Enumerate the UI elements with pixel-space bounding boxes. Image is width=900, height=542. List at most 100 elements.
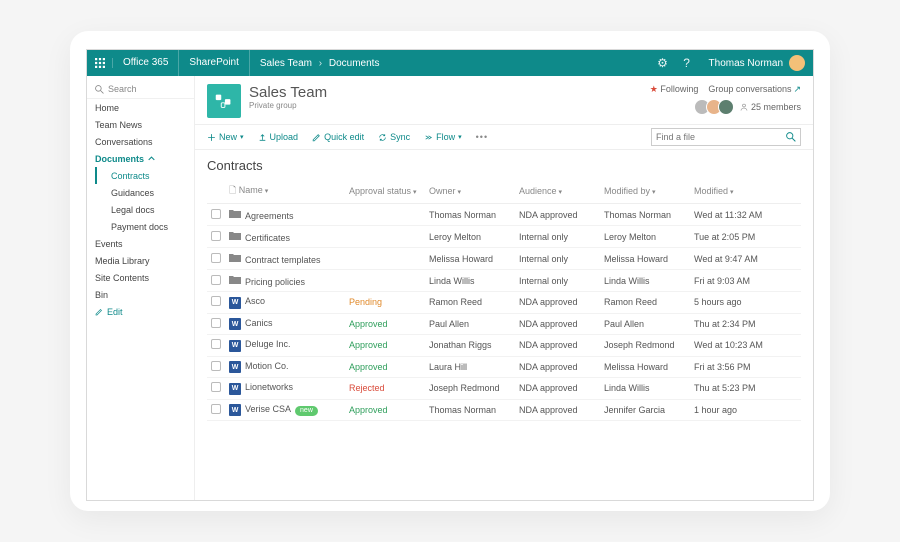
chevron-down-icon: ▾ xyxy=(458,133,462,141)
nav-edit[interactable]: Edit xyxy=(87,303,194,320)
nav-events[interactable]: Events xyxy=(87,235,194,252)
row-checkbox[interactable] xyxy=(211,318,221,328)
search-box[interactable]: Search xyxy=(87,80,194,99)
nav-site-contents[interactable]: Site Contents xyxy=(87,269,194,286)
external-link-icon: ↗ xyxy=(793,84,801,94)
row-checkbox[interactable] xyxy=(211,404,221,414)
app-launcher[interactable] xyxy=(87,58,113,68)
nav-contracts[interactable]: Contracts xyxy=(95,167,194,184)
breadcrumb-library[interactable]: Documents xyxy=(329,58,380,69)
suite-link-sharepoint[interactable]: SharePoint xyxy=(179,50,249,76)
nav-conversations[interactable]: Conversations xyxy=(87,133,194,150)
cell-name[interactable]: Certificates xyxy=(225,226,345,248)
settings-icon[interactable]: ⚙ xyxy=(651,56,675,70)
col-approval[interactable]: Approval status▾ xyxy=(345,179,425,204)
cell-name[interactable]: WLionetworks xyxy=(225,378,345,400)
cell-modified: Fri at 3:56 PM xyxy=(690,356,801,378)
search-placeholder: Search xyxy=(108,84,137,94)
cmd-sync[interactable]: Sync xyxy=(378,132,410,142)
cmd-upload[interactable]: Upload xyxy=(258,132,299,142)
nav-documents[interactable]: Documents xyxy=(87,150,194,167)
table-row[interactable]: CertificatesLeroy MeltonInternal onlyLer… xyxy=(207,226,801,248)
row-checkbox[interactable] xyxy=(211,253,221,263)
cmd-upload-label: Upload xyxy=(270,132,299,142)
cell-name[interactable]: Contract templates xyxy=(225,248,345,270)
cell-modified: Thu at 2:34 PM xyxy=(690,313,801,335)
cell-modified-by: Melissa Howard xyxy=(600,356,690,378)
cell-approval xyxy=(345,270,425,292)
cell-name[interactable]: WMotion Co. xyxy=(225,356,345,378)
row-checkbox[interactable] xyxy=(211,361,221,371)
row-checkbox[interactable] xyxy=(211,339,221,349)
cell-modified: 5 hours ago xyxy=(690,292,801,314)
col-modified[interactable]: Modified▾ xyxy=(690,179,801,204)
cell-owner: Joseph Redmond xyxy=(425,378,515,400)
word-doc-icon: W xyxy=(229,404,241,416)
table-row[interactable]: WCanicsApprovedPaul AllenNDA approvedPau… xyxy=(207,313,801,335)
col-name[interactable]: 🗋 Name▾ xyxy=(225,179,345,204)
nav-media-library[interactable]: Media Library xyxy=(87,252,194,269)
cell-audience: NDA approved xyxy=(515,378,600,400)
member-avatars[interactable] xyxy=(698,99,734,115)
col-owner[interactable]: Owner▾ xyxy=(425,179,515,204)
breadcrumb-site[interactable]: Sales Team xyxy=(260,58,312,69)
find-file-input[interactable] xyxy=(656,132,786,142)
nav-documents-label: Documents xyxy=(95,154,144,164)
row-checkbox[interactable] xyxy=(211,296,221,306)
members-count[interactable]: 25 members xyxy=(740,102,801,112)
col-audience[interactable]: Audience▾ xyxy=(515,179,600,204)
cell-name[interactable]: WCanics xyxy=(225,313,345,335)
device-frame: Office 365 SharePoint Sales Team › Docum… xyxy=(70,31,830,511)
cell-modified-by: Melissa Howard xyxy=(600,248,690,270)
cell-audience: Internal only xyxy=(515,270,600,292)
table-row[interactable]: WVerise CSAnewApprovedThomas NormanNDA a… xyxy=(207,399,801,421)
cell-approval: Approved xyxy=(345,335,425,357)
folder-icon xyxy=(229,252,241,264)
cmd-quick-edit[interactable]: Quick edit xyxy=(312,132,364,142)
cell-owner: Linda Willis xyxy=(425,270,515,292)
table-row[interactable]: AgreementsThomas NormanNDA approvedThoma… xyxy=(207,204,801,226)
star-icon: ★ xyxy=(650,84,658,94)
follow-button[interactable]: ★ Following xyxy=(650,84,699,95)
user-name: Thomas Norman xyxy=(709,58,783,69)
find-file-box[interactable] xyxy=(651,128,801,146)
word-doc-icon: W xyxy=(229,361,241,373)
nav-guidances[interactable]: Guidances xyxy=(103,184,194,201)
page-subtitle: Private group xyxy=(249,101,327,110)
row-checkbox[interactable] xyxy=(211,231,221,241)
nav-home[interactable]: Home xyxy=(87,99,194,116)
help-icon[interactable]: ? xyxy=(675,56,699,70)
cell-audience: NDA approved xyxy=(515,292,600,314)
table-row[interactable]: WMotion Co.ApprovedLaura HillNDA approve… xyxy=(207,356,801,378)
cell-name[interactable]: WDeluge Inc. xyxy=(225,335,345,357)
nav-legal-docs[interactable]: Legal docs xyxy=(103,201,194,218)
cell-approval xyxy=(345,204,425,226)
cell-name[interactable]: Pricing policies xyxy=(225,270,345,292)
nav-team-news[interactable]: Team News xyxy=(87,116,194,133)
user-menu[interactable]: Thomas Norman xyxy=(699,55,813,71)
suite-link-office[interactable]: Office 365 xyxy=(113,50,179,76)
cell-name[interactable]: WAsco xyxy=(225,292,345,314)
col-modified-by[interactable]: Modified by▾ xyxy=(600,179,690,204)
table-row[interactable]: WAscoPendingRamon ReedNDA approvedRamon … xyxy=(207,292,801,314)
cell-name[interactable]: WVerise CSAnew xyxy=(225,399,345,421)
word-doc-icon: W xyxy=(229,383,241,395)
cell-name[interactable]: Agreements xyxy=(225,204,345,226)
group-conversations-link[interactable]: Group conversations↗ xyxy=(708,84,801,95)
row-checkbox[interactable] xyxy=(211,275,221,285)
table-row[interactable]: Pricing policies Linda WillisInternal onl… xyxy=(207,270,801,292)
cell-owner: Ramon Reed xyxy=(425,292,515,314)
table-row[interactable]: Contract templatesMelissa HowardInternal… xyxy=(207,248,801,270)
row-checkbox[interactable] xyxy=(211,382,221,392)
members-label: 25 members xyxy=(751,102,801,112)
cmd-flow[interactable]: Flow▾ xyxy=(424,132,462,142)
cmd-new[interactable]: New▾ xyxy=(207,132,244,142)
chevron-right-icon: › xyxy=(319,58,322,69)
nav-payment-docs[interactable]: Payment docs xyxy=(103,218,194,235)
row-checkbox[interactable] xyxy=(211,209,221,219)
cmd-overflow[interactable]: ••• xyxy=(476,132,488,142)
table-row[interactable]: WDeluge Inc.ApprovedJonathan RiggsNDA ap… xyxy=(207,335,801,357)
nav-bin[interactable]: Bin xyxy=(87,286,194,303)
table-row[interactable]: WLionetworksRejectedJoseph RedmondNDA ap… xyxy=(207,378,801,400)
follow-label: Following xyxy=(660,84,698,94)
